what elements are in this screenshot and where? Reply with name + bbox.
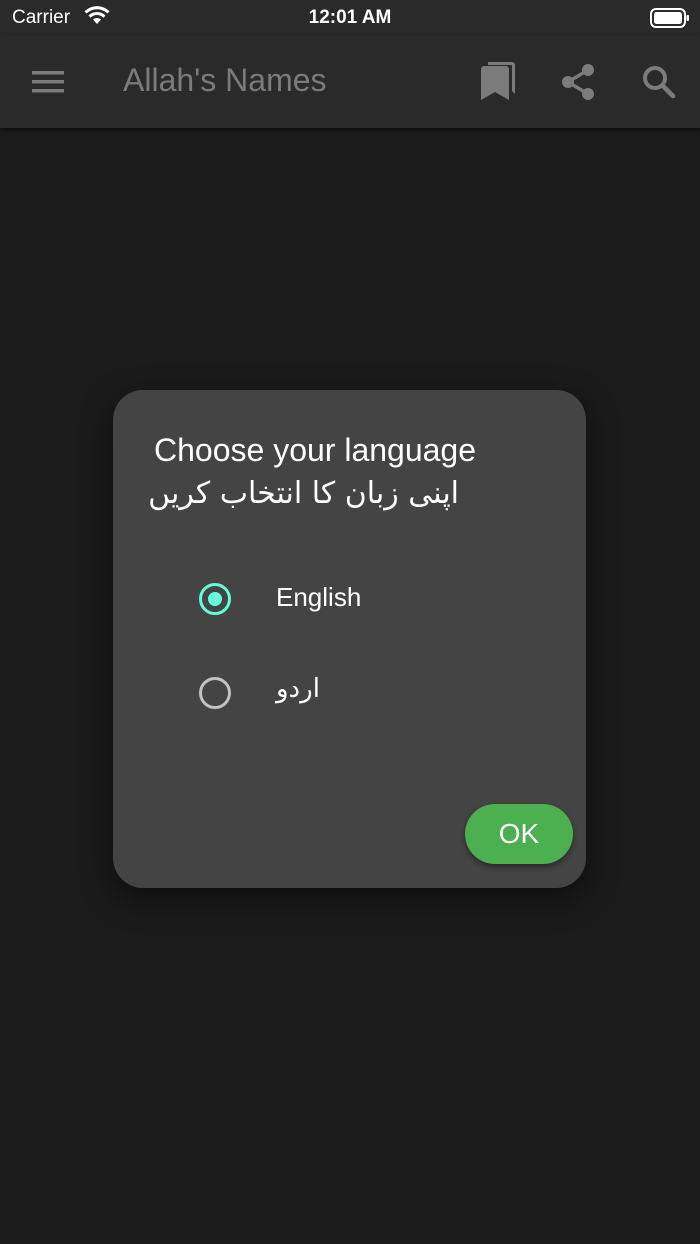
search-icon[interactable] (639, 62, 679, 102)
dialog-title: Choose your language (154, 432, 477, 468)
battery-icon (650, 8, 689, 28)
share-icon[interactable] (558, 62, 598, 102)
dialog-subtitle-urdu: اپنی زبان کا انتخاب کریں (148, 476, 459, 511)
language-option-english[interactable]: English (183, 568, 523, 628)
bookmark-icon[interactable] (478, 60, 516, 102)
option-label-english: English (276, 582, 362, 612)
ok-button[interactable]: OK (465, 804, 573, 864)
language-option-urdu[interactable]: اردو (183, 662, 523, 722)
language-dialog: Choose your language اپنی زبان کا انتخاب… (113, 390, 586, 888)
app-bar: Allah's Names (0, 36, 700, 128)
app-title: Allah's Names (123, 62, 327, 98)
radio-selected-dot (208, 592, 222, 606)
option-label-urdu: اردو (276, 674, 320, 704)
status-bar: Carrier 12:01 AM (0, 0, 700, 36)
app-screen: Carrier 12:01 AM Allah's Names Choose yo… (0, 0, 700, 1244)
radio-urdu[interactable] (199, 677, 231, 709)
status-time: 12:01 AM (308, 7, 392, 28)
radio-english[interactable] (199, 583, 231, 615)
menu-icon[interactable] (28, 64, 68, 100)
